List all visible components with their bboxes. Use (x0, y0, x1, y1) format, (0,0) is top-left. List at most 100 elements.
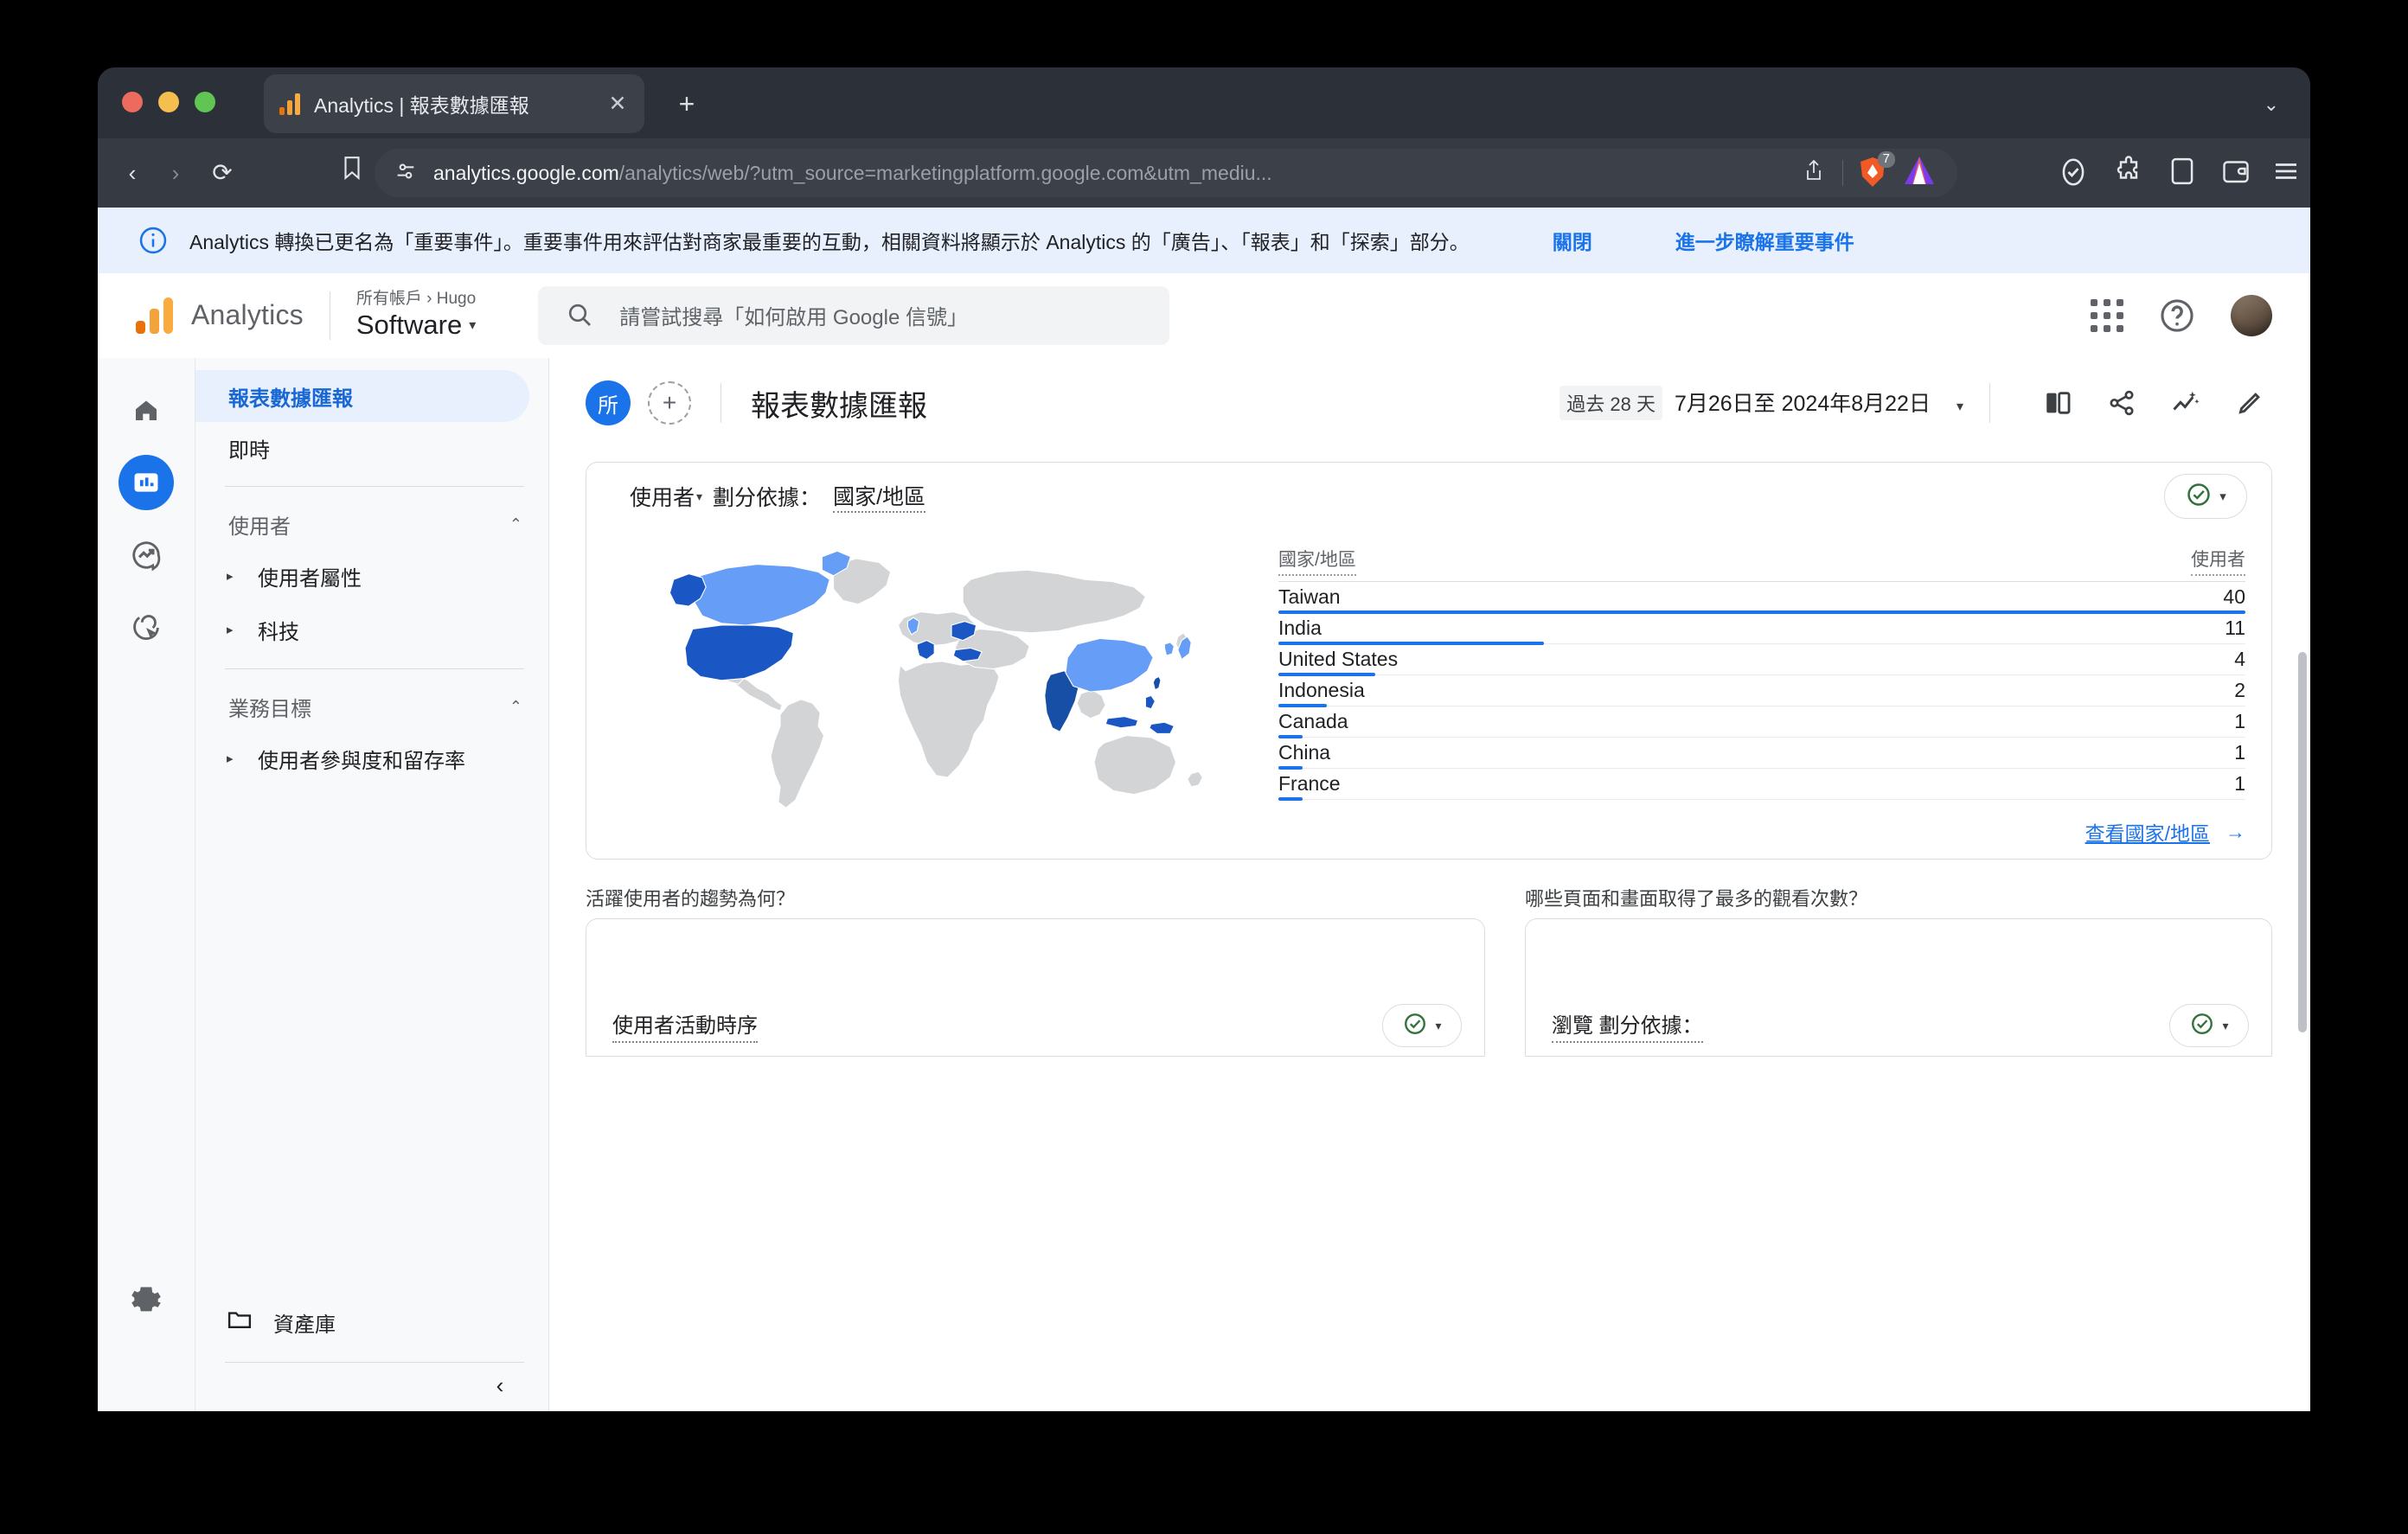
date-preset-badge: 過去 28 天 (1559, 386, 1662, 420)
users-value: 1 (2234, 741, 2245, 764)
map-country-taiwan (1153, 676, 1161, 689)
share-icon[interactable] (2099, 380, 2144, 425)
table-row[interactable]: Canada1 (1278, 706, 2245, 738)
chevron-down-icon[interactable]: ▾ (1956, 398, 1963, 415)
map-country-canada (695, 565, 829, 625)
maximize-window-button[interactable] (195, 92, 215, 112)
user-activity-card-title[interactable]: 使用者活動時序 (612, 1008, 758, 1043)
world-map-chart[interactable] (621, 530, 1244, 815)
table-row[interactable]: France1 (1278, 769, 2245, 800)
nav-divider (225, 1362, 524, 1363)
chevron-up-icon[interactable]: ⌃ (509, 698, 522, 716)
apps-grid-icon[interactable] (2091, 299, 2123, 332)
data-quality-badge[interactable]: ▾ (2169, 1004, 2249, 1047)
add-comparison-button[interactable]: + (648, 381, 691, 425)
sidebar-item-advertising[interactable] (118, 600, 174, 655)
search-icon (566, 301, 595, 330)
world-map-svg (621, 530, 1244, 815)
arrow-right-icon: → (2225, 821, 2245, 844)
chevron-down-icon[interactable]: ▾ (469, 316, 476, 334)
back-button[interactable]: ‹ (113, 154, 151, 192)
reload-button[interactable]: ⟳ (203, 154, 241, 192)
date-range-selector[interactable]: 過去 28 天 7月26日至 2024年8月22日 ▾ (1559, 386, 1963, 420)
table-row[interactable]: United States4 (1278, 644, 2245, 675)
brave-leo-icon[interactable] (1902, 155, 1940, 192)
collapse-panel-button[interactable]: ‹ (481, 1366, 519, 1404)
account-selector[interactable]: 所有帳戶 › Hugo Software ▾ (356, 290, 476, 341)
nav-item-reports-snapshot[interactable]: 報表數據匯報 (195, 370, 529, 422)
triangle-right-icon: ▸ (227, 751, 239, 766)
table-row[interactable]: India11 (1278, 613, 2245, 644)
avatar[interactable] (2231, 295, 2272, 336)
audience-chip-all[interactable]: 所 (586, 380, 631, 425)
help-circle-icon[interactable] (2158, 297, 2196, 335)
new-tab-button[interactable]: + (669, 86, 705, 123)
chevron-up-icon[interactable]: ⌃ (509, 515, 522, 534)
address-bar[interactable]: analytics.google.com/analytics/web/?utm_… (375, 149, 1957, 197)
site-settings-icon[interactable] (394, 159, 419, 188)
analytics-body: 報表數據匯報 即時 使用者 ⌃ ▸ 使用者屬性 ▸ 科技 業務目標 (98, 358, 2310, 1411)
bookmark-icon[interactable] (333, 154, 371, 192)
analytics-header: Analytics 所有帳戶 › Hugo Software ▾ 請嘗試搜尋「如… (98, 273, 2310, 358)
chevron-down-icon[interactable]: ▾ (2222, 1019, 2228, 1033)
column-header-users[interactable]: 使用者 (2191, 546, 2245, 576)
extensions-puzzle-icon[interactable] (2111, 156, 2146, 190)
browser-window: Analytics | 報表數據匯報 ✕ + ⌄ ‹ › ⟳ analytics… (98, 67, 2310, 1411)
users-value: 40 (2223, 585, 2245, 609)
shield-count-badge: 7 (1878, 151, 1895, 168)
sidebar-item-home[interactable] (118, 382, 174, 438)
content-scrollbar[interactable] (2298, 652, 2307, 1032)
column-header-country[interactable]: 國家/地區 (1278, 546, 1356, 576)
nav-group-users[interactable]: 使用者 ⌃ (195, 499, 548, 549)
toolbar-divider (1842, 160, 1843, 186)
metric-selector-label[interactable]: 使用者 (630, 481, 695, 512)
analytics-favicon-icon (279, 93, 302, 115)
table-row[interactable]: Indonesia2 (1278, 675, 2245, 706)
browser-menu-icon[interactable] (2269, 156, 2303, 190)
brave-rewards-icon[interactable] (2056, 156, 2091, 190)
chevron-down-icon[interactable]: ▾ (1435, 1019, 1441, 1033)
chevron-down-icon[interactable]: ▾ (2219, 489, 2226, 504)
pages-screens-card-title[interactable]: 瀏覽 劃分依據： (1552, 1008, 1703, 1043)
insights-icon[interactable] (2163, 380, 2208, 425)
sidebar-item-admin[interactable] (118, 1273, 174, 1328)
data-quality-badge[interactable]: ▾ (1382, 1004, 1462, 1047)
country-name: Indonesia (1278, 679, 1365, 702)
nav-item-library[interactable]: 資產庫 (195, 1297, 548, 1347)
chevron-down-icon[interactable]: ⌄ (2264, 93, 2279, 116)
view-countries-link[interactable]: 查看國家/地區 → (2085, 817, 2245, 847)
check-circle-icon (2185, 481, 2213, 513)
table-row[interactable]: Taiwan40 (1278, 582, 2245, 613)
data-quality-badge[interactable]: ▾ (2164, 474, 2247, 519)
close-tab-icon[interactable]: ✕ (606, 93, 629, 115)
banner-dismiss-button[interactable]: 關閉 (1553, 226, 1592, 255)
brave-shield-icon[interactable]: 7 (1857, 156, 1892, 190)
sidebar-toggle-icon[interactable] (2165, 156, 2200, 190)
search-input[interactable]: 請嘗試搜尋「如何啟用 Google 信號」 (538, 286, 1169, 345)
window-traffic-lights (122, 92, 215, 112)
minimize-window-button[interactable] (158, 92, 179, 112)
dimension-value[interactable]: 國家/地區 (833, 480, 925, 513)
nav-group-business-objectives[interactable]: 業務目標 ⌃ (195, 681, 548, 732)
share-page-icon[interactable] (1799, 158, 1828, 188)
header-actions (2091, 295, 2310, 336)
chevron-down-icon[interactable]: ▾ (696, 489, 702, 504)
close-window-button[interactable] (122, 92, 143, 112)
nav-item-realtime[interactable]: 即時 (195, 422, 548, 474)
forward-button[interactable]: › (157, 154, 195, 192)
brave-wallet-icon[interactable] (2219, 156, 2253, 190)
table-row[interactable]: China1 (1278, 738, 2245, 769)
nav-item-tech[interactable]: ▸ 科技 (195, 603, 548, 656)
edit-pencil-icon[interactable] (2227, 380, 2272, 425)
nav-item-engagement-retention[interactable]: ▸ 使用者參與度和留存率 (195, 732, 548, 785)
banner-learn-more-link[interactable]: 進一步瞭解重要事件 (1675, 226, 1854, 255)
browser-tab-strip: Analytics | 報表數據匯報 ✕ + ⌄ (98, 67, 2310, 138)
nav-item-library-label: 資產庫 (273, 1307, 336, 1338)
user-activity-card-header: 使用者活動時序 ▾ (612, 1004, 1462, 1047)
header-divider (720, 383, 721, 423)
nav-item-user-attributes[interactable]: ▸ 使用者屬性 (195, 549, 548, 603)
sidebar-item-reports[interactable] (118, 455, 174, 510)
browser-tab[interactable]: Analytics | 報表數據匯報 ✕ (264, 74, 644, 133)
sidebar-item-explore[interactable] (118, 527, 174, 583)
compare-icon[interactable] (2035, 380, 2080, 425)
